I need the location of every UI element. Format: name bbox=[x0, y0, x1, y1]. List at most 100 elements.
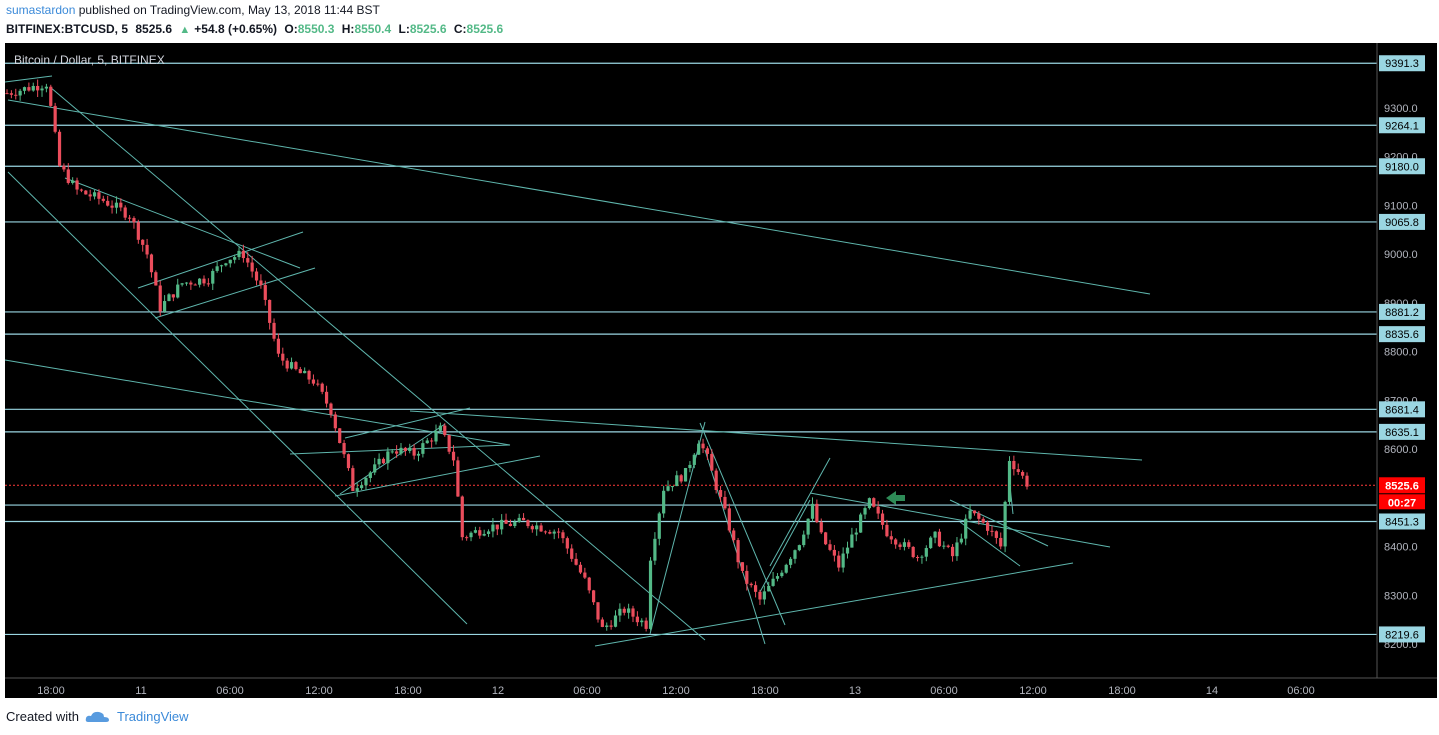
candle-body bbox=[867, 498, 872, 509]
candle-body bbox=[14, 94, 18, 96]
x-tick-label: 18:00 bbox=[751, 685, 779, 697]
candle-body bbox=[968, 510, 972, 519]
candle-body bbox=[850, 534, 854, 548]
candle-body bbox=[57, 131, 62, 166]
candle-body bbox=[648, 560, 653, 629]
candle-body bbox=[561, 532, 565, 539]
candle-body bbox=[574, 558, 578, 565]
candle-body bbox=[854, 532, 858, 535]
candle-body bbox=[889, 536, 893, 540]
candle-body bbox=[5, 93, 9, 95]
candle-body bbox=[473, 530, 478, 533]
x-tick-label: 11 bbox=[135, 685, 146, 697]
candle-body bbox=[364, 477, 368, 486]
current-price-label: 8525.6 bbox=[1385, 480, 1419, 492]
candle-body bbox=[307, 370, 311, 380]
x-tick-label: 06:00 bbox=[573, 685, 601, 697]
candle-body bbox=[198, 278, 202, 285]
candle-body bbox=[320, 383, 324, 392]
candle-body bbox=[592, 590, 596, 603]
candle-body bbox=[189, 282, 193, 285]
candle-body bbox=[430, 440, 434, 442]
candle-body bbox=[438, 425, 442, 431]
candle-body bbox=[386, 451, 390, 464]
tradingview-link[interactable]: TradingView bbox=[117, 709, 189, 724]
candle-body bbox=[806, 518, 810, 535]
candle-body bbox=[907, 542, 911, 547]
time-axis[interactable]: 18:00 11 06:00 12:00 18:00 12 06:00 12:00 18:00 1… bbox=[37, 685, 1315, 697]
candle-body bbox=[955, 542, 959, 557]
candle-body bbox=[605, 625, 609, 627]
candle-body bbox=[211, 270, 215, 284]
candle-body bbox=[40, 88, 44, 91]
candle-body bbox=[254, 271, 259, 281]
candle-body bbox=[570, 548, 574, 559]
candle-body bbox=[92, 192, 97, 197]
candle-body bbox=[521, 517, 526, 521]
candle-body bbox=[127, 217, 132, 219]
candle-body bbox=[237, 250, 241, 258]
candle-body bbox=[316, 383, 320, 385]
candle-body bbox=[303, 370, 307, 374]
candle-body bbox=[298, 369, 302, 374]
candle-body bbox=[863, 508, 867, 515]
candle-body bbox=[53, 105, 57, 132]
candle-body bbox=[710, 453, 714, 471]
x-tick-label: 12:00 bbox=[662, 685, 690, 697]
candle-body bbox=[49, 86, 53, 106]
candle-body bbox=[469, 532, 473, 538]
candle-body bbox=[714, 470, 718, 491]
candle-body bbox=[587, 577, 591, 591]
candle-body bbox=[578, 564, 583, 573]
candle-body bbox=[679, 475, 683, 482]
candle-body bbox=[583, 572, 587, 578]
candle-body bbox=[832, 549, 836, 556]
candle-body bbox=[22, 87, 27, 91]
candle-body bbox=[933, 531, 937, 538]
candle-body bbox=[228, 259, 232, 264]
candle-body bbox=[268, 299, 272, 323]
candle-body bbox=[657, 513, 661, 539]
candle-body bbox=[1003, 501, 1007, 547]
candle-body bbox=[692, 454, 696, 465]
candle-body bbox=[670, 486, 675, 488]
candle-body bbox=[136, 222, 140, 240]
candle-body bbox=[596, 602, 600, 620]
candle-body bbox=[924, 548, 928, 557]
candle-body bbox=[281, 353, 285, 361]
level-label: 9065.8 bbox=[1385, 217, 1419, 229]
candle-body bbox=[718, 490, 723, 497]
candle-body bbox=[390, 451, 394, 453]
x-tick-label: 06:00 bbox=[216, 685, 244, 697]
candle-body bbox=[162, 301, 167, 312]
candle-body bbox=[324, 391, 329, 404]
candle-body bbox=[815, 503, 819, 523]
candle-body bbox=[44, 86, 48, 89]
candle-body bbox=[972, 510, 977, 514]
candle-body bbox=[697, 443, 701, 455]
candle-body bbox=[425, 440, 429, 444]
candle-body bbox=[408, 447, 412, 452]
candle-body bbox=[749, 583, 753, 586]
candle-body bbox=[810, 503, 815, 519]
chart-background bbox=[5, 43, 1437, 698]
candle-body bbox=[1007, 460, 1012, 502]
level-label: 8219.6 bbox=[1385, 629, 1419, 641]
candle-body bbox=[311, 379, 316, 384]
x-tick-label: 06:00 bbox=[1287, 685, 1315, 697]
candle-body bbox=[84, 190, 88, 195]
candle-body bbox=[110, 205, 114, 208]
x-tick-label: 18:00 bbox=[37, 685, 65, 697]
candle-body bbox=[215, 266, 219, 271]
candle-body bbox=[539, 525, 543, 532]
candle-body bbox=[132, 218, 136, 223]
candle-body bbox=[683, 468, 688, 482]
candle-body bbox=[368, 472, 372, 478]
candle-body bbox=[885, 524, 889, 537]
candle-body bbox=[898, 544, 902, 547]
candle-body bbox=[1016, 469, 1020, 472]
candle-body bbox=[154, 272, 158, 286]
candle-body bbox=[517, 517, 521, 522]
chart-area[interactable]: 8200.08300.08400.08500.08600.08700.08800… bbox=[0, 0, 1439, 735]
candle-body bbox=[666, 486, 670, 491]
